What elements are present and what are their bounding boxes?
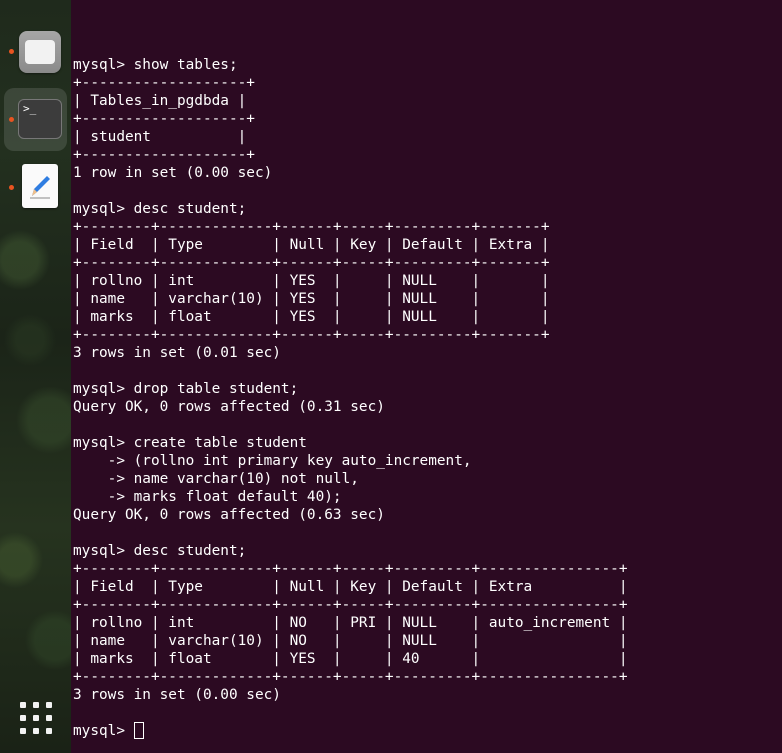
prompt: mysql> <box>73 723 134 739</box>
terminal-line: Query OK, 0 rows affected (0.63 sec) <box>73 507 385 523</box>
terminal-line: -> (rollno int primary key auto_incremen… <box>107 453 472 469</box>
terminal-line: -> name varchar(10) not null, <box>107 471 359 487</box>
terminal-line: +--------+-------------+------+-----+---… <box>73 327 550 343</box>
folder-icon <box>19 31 61 73</box>
terminal-line: | rollno | int | YES | | NULL | | <box>73 273 550 289</box>
terminal-line: | Tables_in_pgdbda | <box>73 93 247 109</box>
terminal-line: | marks | float | YES | | 40 | | <box>73 651 628 667</box>
terminal-line: | name | varchar(10) | NO | | NULL | | <box>73 633 628 649</box>
terminal-line: mysql> desc student; <box>73 543 247 559</box>
terminal-line: -> marks float default 40); <box>107 489 342 505</box>
terminal-output[interactable]: mysql> show tables; +-------------------… <box>73 56 782 740</box>
terminal-line: mysql> drop table student; <box>73 381 299 397</box>
terminal-line: +-------------------+ <box>73 111 255 127</box>
terminal-line: 1 row in set (0.00 sec) <box>73 165 273 181</box>
terminal-line: +--------+-------------+------+-----+---… <box>73 255 550 271</box>
dock-item-files[interactable] <box>4 20 67 83</box>
text-cursor[interactable] <box>133 722 144 739</box>
terminal-line: +--------+-------------+------+-----+---… <box>73 561 628 577</box>
dock-item-text-editor[interactable] <box>4 156 67 219</box>
terminal-icon: >_ <box>18 99 62 139</box>
terminal-line: +--------+-------------+------+-----+---… <box>73 219 550 235</box>
terminal-line: mysql> desc student; <box>73 201 247 217</box>
running-indicator <box>9 185 14 190</box>
text-editor-icon <box>22 164 58 208</box>
terminal-lines: mysql> show tables; +-------------------… <box>73 57 628 703</box>
terminal-line: 3 rows in set (0.01 sec) <box>73 345 281 361</box>
dock-item-terminal[interactable]: >_ <box>4 88 67 151</box>
pencil-icon <box>30 176 50 199</box>
terminal-line: 3 rows in set (0.00 sec) <box>73 687 281 703</box>
dock: >_ <box>0 0 71 753</box>
apps-grid-icon[interactable] <box>20 702 52 734</box>
terminal-line: | marks | float | YES | | NULL | | <box>73 309 550 325</box>
terminal-line: +--------+-------------+------+-----+---… <box>73 597 628 613</box>
terminal-line: | name | varchar(10) | YES | | NULL | | <box>73 291 550 307</box>
running-indicator <box>9 117 14 122</box>
terminal-icon-glyph: >_ <box>23 102 37 115</box>
terminal-line: | Field | Type | Null | Key | Default | … <box>73 579 628 595</box>
terminal-line: +-------------------+ <box>73 75 255 91</box>
terminal-line: +-------------------+ <box>73 147 255 163</box>
terminal-line: | Field | Type | Null | Key | Default | … <box>73 237 550 253</box>
terminal-line: +--------+-------------+------+-----+---… <box>73 669 628 685</box>
terminal-line: | student | <box>73 129 247 145</box>
terminal-line: mysql> create table student <box>73 435 307 451</box>
running-indicator <box>9 49 14 54</box>
terminal-line: mysql> show tables; <box>73 57 238 73</box>
terminal-line: Query OK, 0 rows affected (0.31 sec) <box>73 399 385 415</box>
terminal-line: | rollno | int | NO | PRI | NULL | auto_… <box>73 615 628 631</box>
